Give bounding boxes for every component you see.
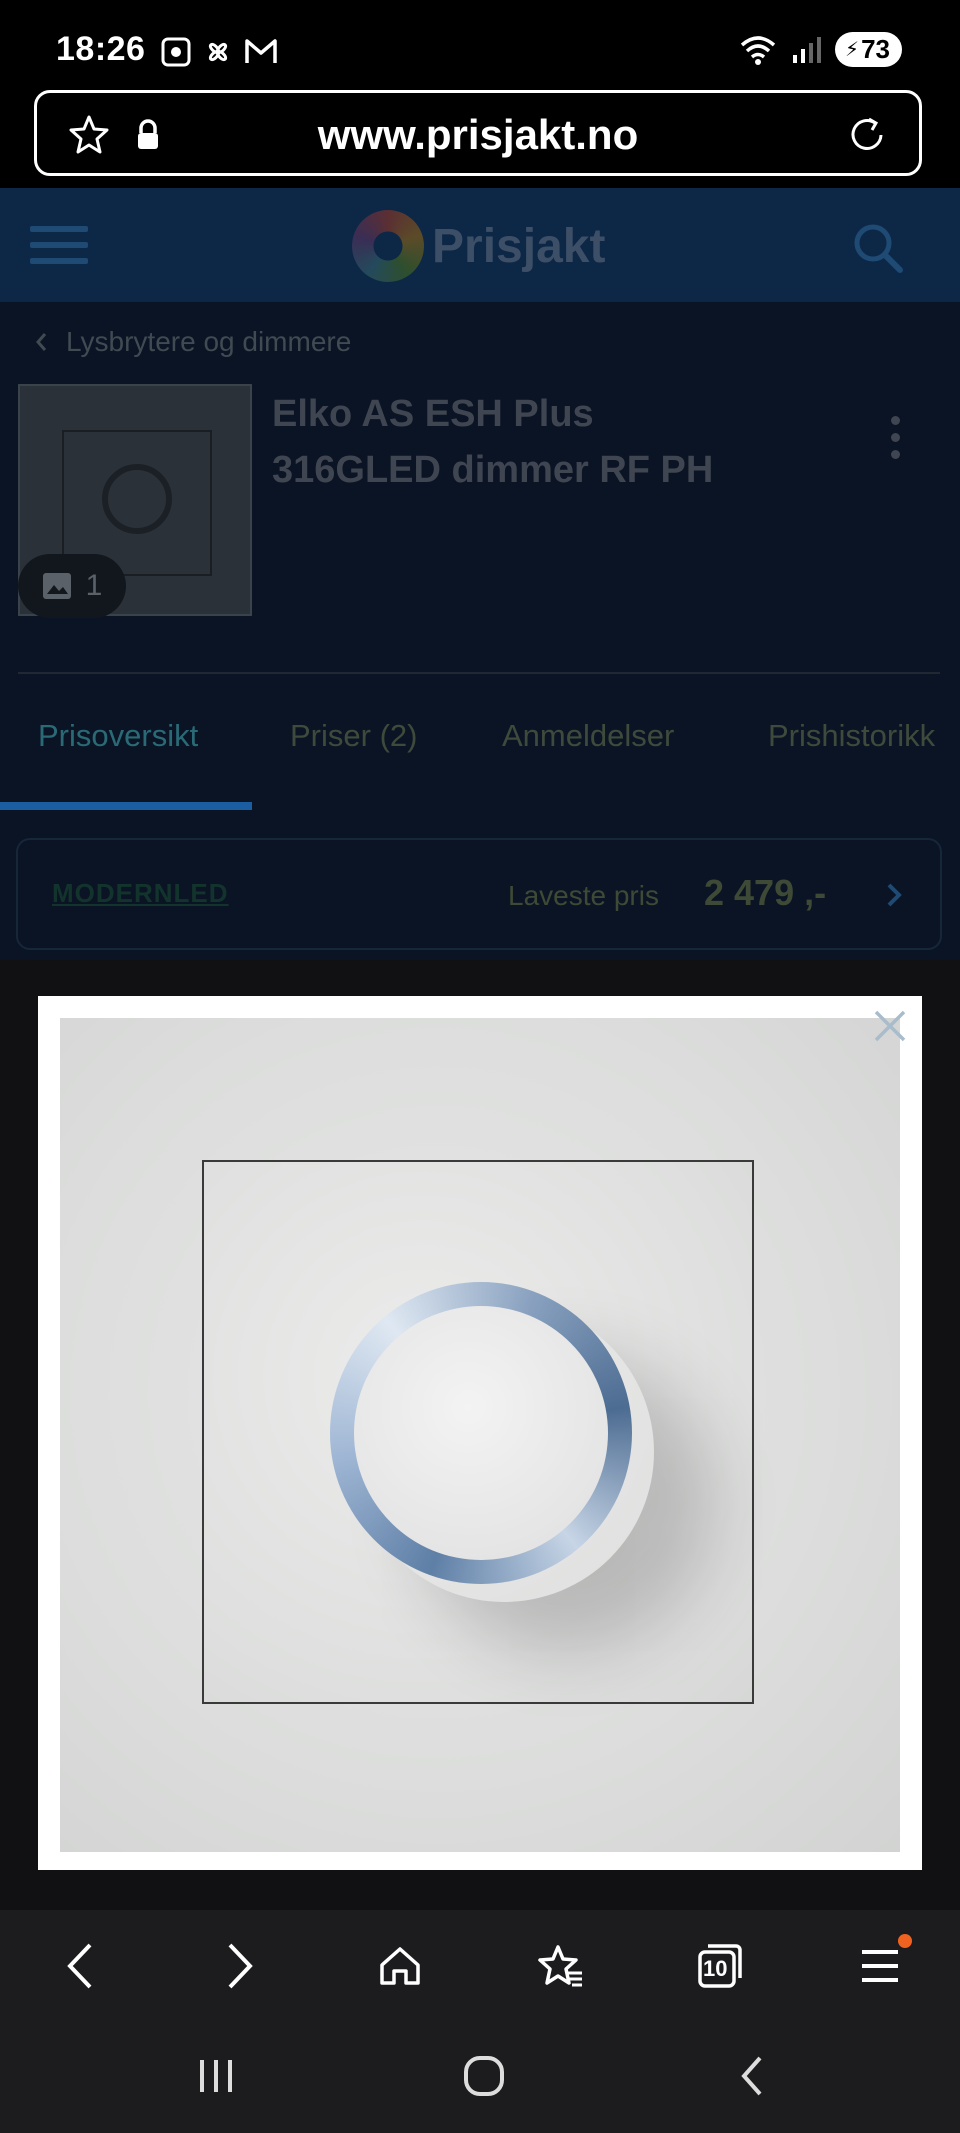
image-count-badge[interactable]: 1 bbox=[18, 554, 126, 618]
site-logo[interactable]: Prisjakt bbox=[352, 210, 605, 282]
image-icon bbox=[42, 573, 71, 599]
site-header: Prisjakt bbox=[0, 188, 960, 302]
logo-ring-icon bbox=[352, 210, 424, 282]
product-title-line2: 316GLED dimmer RF PH bbox=[272, 449, 714, 491]
home-nav-icon[interactable] bbox=[460, 2052, 508, 2100]
forward-icon bbox=[228, 1943, 253, 1989]
system-nav-bar bbox=[0, 2022, 960, 2133]
lowest-price-card[interactable]: MODERNLED Laveste pris 2 479 ,- bbox=[16, 838, 942, 950]
lowest-price-label: Laveste pris bbox=[508, 880, 659, 911]
active-tab-indicator bbox=[0, 802, 252, 810]
status-time: 18:26 bbox=[56, 30, 146, 68]
product-title: Elko AS ESH Plus 316GLED dimmer RF PH bbox=[272, 386, 792, 498]
home-icon bbox=[380, 1947, 420, 1985]
divider bbox=[18, 672, 940, 674]
browser-toolbar: 10 bbox=[0, 1910, 960, 2022]
dimmer-frame-image bbox=[202, 1160, 754, 1704]
notification-dot bbox=[898, 1934, 912, 1948]
screenshot-icon bbox=[161, 37, 191, 67]
page-content: Prisjakt Lysbrytere og dimmere 1 Elko AS… bbox=[0, 188, 960, 960]
tab-prisoversikt[interactable]: Prisoversikt bbox=[38, 718, 198, 802]
chevron-right-icon bbox=[887, 883, 902, 907]
breadcrumb-label: Lysbrytere og dimmere bbox=[66, 326, 352, 357]
tab-anmeldelser[interactable]: Anmeldelser bbox=[502, 718, 674, 802]
battery-indicator: ⚡ 73 bbox=[835, 32, 902, 67]
dimmer-knob-image bbox=[102, 464, 172, 534]
battery-level: 73 bbox=[861, 34, 890, 64]
battery-icon: ⚡ bbox=[845, 39, 860, 61]
menu-icon[interactable] bbox=[30, 226, 88, 274]
tabs-button[interactable]: 10 bbox=[680, 1926, 760, 2006]
url-text: www.prisjakt.no bbox=[317, 111, 639, 158]
tab-count: 10 bbox=[703, 1956, 728, 1981]
product-photo bbox=[60, 1018, 900, 1852]
bookmarks-star-icon bbox=[538, 1945, 582, 1987]
breadcrumb[interactable]: Lysbrytere og dimmere bbox=[34, 326, 351, 358]
hamburger-menu-icon bbox=[862, 1950, 898, 1982]
back-button[interactable] bbox=[40, 1926, 120, 2006]
signal-icon bbox=[793, 36, 822, 63]
bookmarks-button[interactable] bbox=[520, 1926, 600, 2006]
wifi-icon bbox=[740, 35, 776, 65]
lightbox-image-frame bbox=[38, 996, 922, 1870]
status-bar: 18:26 ⚡ 73 bbox=[0, 0, 960, 90]
reload-icon[interactable] bbox=[845, 113, 889, 157]
forward-button[interactable] bbox=[200, 1926, 280, 2006]
menu-button[interactable] bbox=[840, 1926, 920, 2006]
search-icon[interactable] bbox=[850, 220, 906, 276]
tab-prishistorikk[interactable]: Prishistorikk bbox=[768, 718, 935, 802]
close-icon[interactable] bbox=[868, 1004, 912, 1048]
home-button[interactable] bbox=[360, 1926, 440, 2006]
gmail-icon bbox=[245, 39, 277, 63]
tab-priser[interactable]: Priser (2) bbox=[290, 718, 417, 802]
image-count: 1 bbox=[85, 569, 103, 602]
product-tabs: Prisoversikt Priser (2) Anmeldelser Pris… bbox=[0, 718, 960, 802]
back-nav-icon[interactable] bbox=[736, 2052, 768, 2100]
back-icon bbox=[67, 1943, 92, 1989]
recent-apps-icon[interactable] bbox=[196, 2052, 236, 2100]
logo-text: Prisjakt bbox=[432, 219, 606, 273]
product-title-line1: Elko AS ESH Plus bbox=[272, 393, 594, 435]
lowest-price-value: 2 479 ,- bbox=[704, 872, 827, 913]
more-options-icon[interactable] bbox=[891, 416, 900, 459]
chevron-left-icon bbox=[36, 333, 47, 351]
dimmer-dial-image bbox=[330, 1282, 632, 1584]
shop-logo: MODERNLED bbox=[52, 878, 229, 908]
address-bar[interactable]: www.prisjakt.no bbox=[34, 90, 922, 176]
fan-icon bbox=[208, 42, 228, 62]
